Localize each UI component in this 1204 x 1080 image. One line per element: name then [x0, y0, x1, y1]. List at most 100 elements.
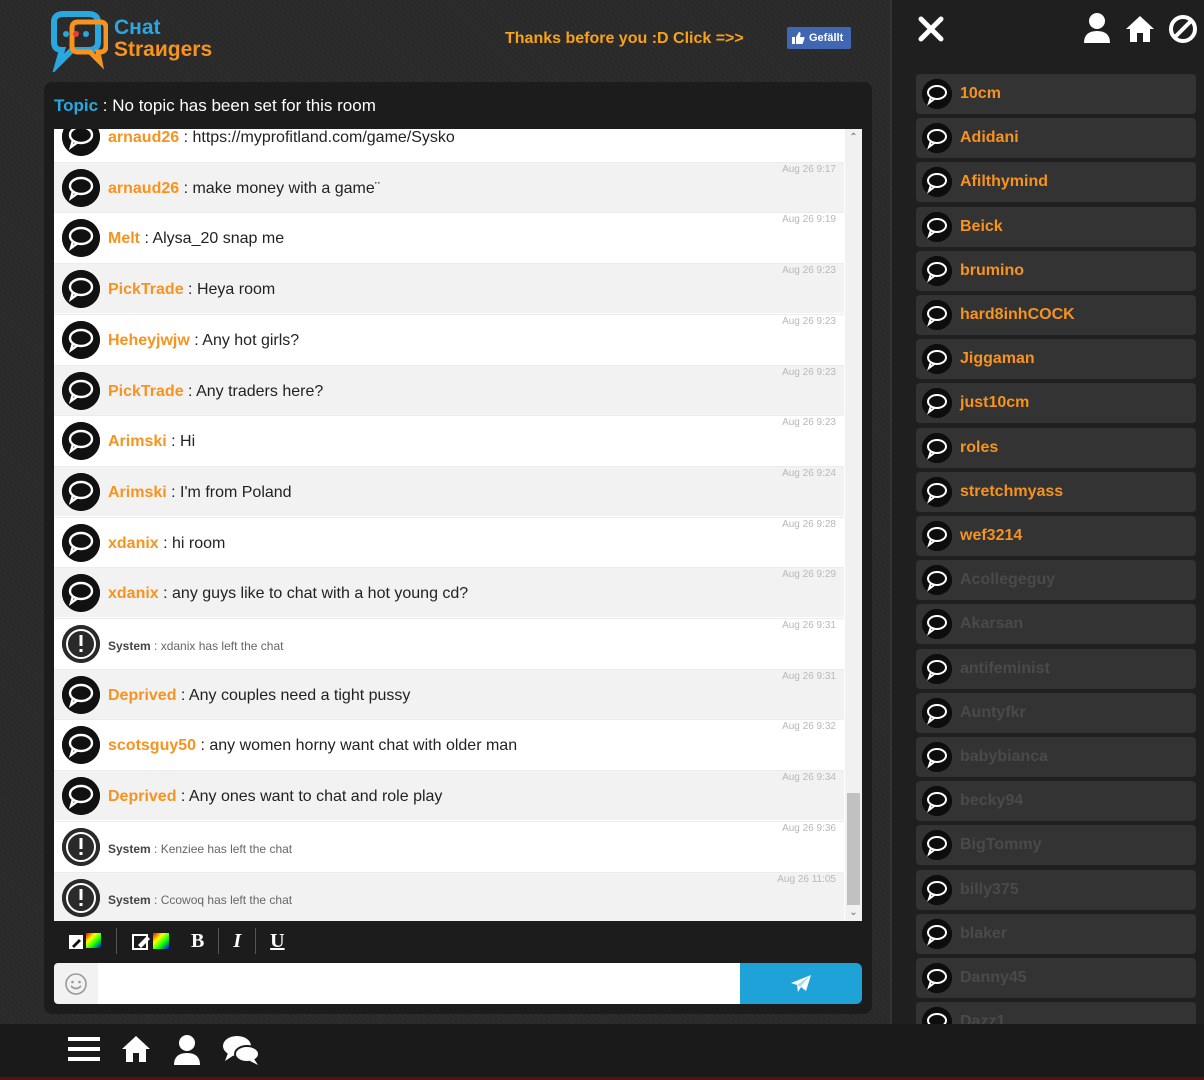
- user-list-item[interactable]: babybianca: [916, 737, 1196, 777]
- user-list-item[interactable]: 10cm: [916, 74, 1196, 114]
- facebook-like-button[interactable]: Gefällt: [787, 27, 851, 49]
- message-username[interactable]: Arimski: [108, 433, 167, 450]
- user-list-item[interactable]: antifeminist: [916, 648, 1196, 689]
- scroll-down-icon[interactable]: ⌄: [845, 904, 862, 921]
- user-avatar-icon: [922, 521, 952, 551]
- message-username[interactable]: PickTrade: [108, 383, 184, 400]
- user-name: BigTommy: [960, 836, 1042, 854]
- message-username[interactable]: System: [108, 893, 151, 907]
- user-list-item[interactable]: Danny45: [916, 958, 1196, 998]
- message-time: Aug 26 9:31: [782, 670, 836, 682]
- message-username[interactable]: xdanix: [108, 585, 159, 602]
- underline-button[interactable]: U: [264, 928, 290, 954]
- user-list-item[interactable]: wef3214: [916, 516, 1196, 556]
- close-icon[interactable]: [916, 14, 946, 44]
- menu-icon[interactable]: [68, 1034, 100, 1064]
- message-username[interactable]: System: [108, 639, 151, 653]
- user-list-item[interactable]: brumino: [916, 250, 1196, 291]
- avatar[interactable]: [62, 523, 100, 562]
- ban-icon[interactable]: [1168, 14, 1198, 44]
- message-input[interactable]: [98, 963, 740, 1004]
- message-username[interactable]: Deprived: [108, 788, 176, 805]
- system-alert-icon: [62, 625, 100, 663]
- message-text: PickTrade : Heya room: [108, 281, 275, 299]
- user-list-item[interactable]: roles: [916, 427, 1196, 468]
- avatar[interactable]: [62, 219, 100, 258]
- avatar[interactable]: [62, 168, 100, 207]
- avatar[interactable]: [62, 625, 100, 663]
- user-list-item[interactable]: BigTommy: [916, 825, 1196, 866]
- user-list-item[interactable]: Jiggaman: [916, 339, 1196, 380]
- message-text: Deprived : Any couples need a tight puss…: [108, 687, 410, 705]
- send-button[interactable]: [740, 963, 862, 1004]
- avatar-chat-icon: [62, 777, 100, 816]
- user-list-item[interactable]: becky94: [916, 781, 1196, 822]
- user-icon[interactable]: [1082, 12, 1112, 44]
- user-list-item[interactable]: blaker: [916, 913, 1196, 954]
- user-name: Danny45: [960, 969, 1027, 986]
- message-username[interactable]: arnaud26: [108, 180, 179, 197]
- user-list-item[interactable]: stretchmyass: [916, 471, 1196, 512]
- user-list-item[interactable]: Acollegeguy: [916, 560, 1196, 601]
- message-row: xdanix : any guys like to chat with a ho…: [54, 567, 844, 618]
- user-name: antifeminist: [960, 659, 1050, 677]
- avatar[interactable]: [62, 422, 100, 461]
- user-avatar: [922, 742, 952, 772]
- text-color-button[interactable]: [62, 928, 108, 954]
- avatar[interactable]: [62, 320, 100, 359]
- logo[interactable]: Cнat Straиgers: [44, 8, 234, 72]
- message-username[interactable]: Arimski: [108, 484, 167, 501]
- message-username[interactable]: PickTrade: [108, 281, 184, 298]
- user-list-item[interactable]: hard8inhCOCK: [916, 295, 1196, 335]
- avatar[interactable]: [62, 827, 100, 866]
- user-avatar-icon: [922, 874, 952, 905]
- user-list-item[interactable]: Adidani: [916, 118, 1196, 159]
- message-username[interactable]: xdanix: [108, 535, 159, 552]
- user-list-item[interactable]: Akarsan: [916, 604, 1196, 645]
- avatar[interactable]: [62, 675, 100, 714]
- message-username[interactable]: Heheyjwjw: [108, 332, 190, 349]
- message-username[interactable]: Melt: [108, 230, 140, 247]
- home-icon[interactable]: [1124, 14, 1156, 44]
- message-row: Arimski : Hi Aug 26 9:23: [54, 415, 844, 465]
- message-username[interactable]: Deprived: [108, 687, 176, 704]
- avatar[interactable]: [62, 472, 100, 511]
- message-username[interactable]: System: [108, 842, 151, 856]
- emoji-button[interactable]: [54, 963, 98, 1004]
- like-label: Gefällt: [809, 32, 844, 44]
- message-scrollbar[interactable]: ⌃ ⌄: [845, 129, 862, 921]
- user-list-item[interactable]: Auntyfkr: [916, 692, 1196, 733]
- scroll-thumb[interactable]: [847, 793, 860, 905]
- avatar[interactable]: [62, 129, 100, 156]
- user-list-item[interactable]: Beick: [916, 206, 1196, 247]
- chat-nav-icon[interactable]: [222, 1034, 260, 1066]
- message-body: : Hi: [166, 433, 196, 451]
- profile-nav-icon[interactable]: [172, 1034, 202, 1066]
- user-avatar-icon: [922, 388, 952, 419]
- message-body: : any guys like to chat with a hot young…: [158, 585, 469, 603]
- italic-button[interactable]: I: [227, 928, 247, 954]
- scroll-up-icon[interactable]: ⌃: [845, 129, 862, 146]
- message-row: Deprived : Any couples need a tight puss…: [54, 668, 844, 719]
- bold-button[interactable]: B: [185, 928, 210, 954]
- avatar[interactable]: [62, 270, 100, 309]
- avatar[interactable]: [62, 777, 100, 816]
- user-name: Beick: [960, 217, 1003, 235]
- avatar[interactable]: [62, 878, 100, 917]
- home-nav-icon[interactable]: [120, 1034, 152, 1064]
- user-list-item[interactable]: billy375: [916, 869, 1196, 910]
- avatar[interactable]: [62, 726, 100, 765]
- avatar[interactable]: [62, 371, 100, 410]
- thanks-text: Thanks before you :D Click =>>: [505, 30, 744, 47]
- user-list-item[interactable]: Dazz1: [916, 1002, 1196, 1024]
- avatar[interactable]: [62, 574, 100, 613]
- system-alert-icon: [62, 827, 100, 866]
- user-list-item[interactable]: Afilthymind: [916, 162, 1196, 203]
- message-username[interactable]: scotsguy50: [108, 737, 196, 754]
- background-color-button[interactable]: [125, 928, 177, 954]
- message-list[interactable]: arnaud26 : https://myprofitland.com/game…: [54, 129, 862, 921]
- toolbar-separator: [255, 928, 257, 954]
- message-username[interactable]: arnaud26: [108, 129, 179, 146]
- user-list-item[interactable]: just10cm: [916, 383, 1196, 424]
- user-avatar: [922, 697, 952, 728]
